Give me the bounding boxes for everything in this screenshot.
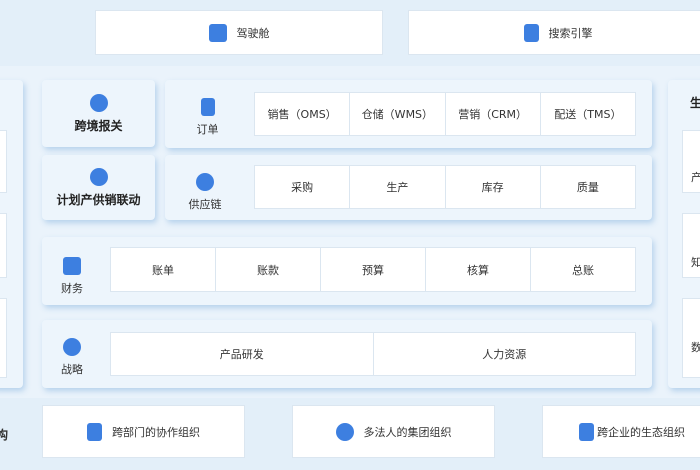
right-title: 生 xyxy=(690,96,700,110)
right-box-label: 知 xyxy=(691,256,700,269)
search-engine-label: 搜索引擎 xyxy=(548,26,593,40)
dashboard-icon xyxy=(208,23,227,42)
supply-label: 供应链 xyxy=(188,197,222,211)
finance-item[interactable]: 核算 xyxy=(426,248,531,291)
order-cells: 销售（OMS） 仓储（WMS） 营销（CRM） 配送（TMS） xyxy=(254,92,636,136)
order-item[interactable]: 销售（OMS） xyxy=(255,93,351,135)
strategy-item[interactable]: 产品研发 xyxy=(111,333,374,375)
strategy-cells: 产品研发 人力资源 xyxy=(110,332,636,376)
network-icon xyxy=(196,172,214,191)
right-box[interactable]: 数 xyxy=(682,298,700,378)
order-item[interactable]: 仓储（WMS） xyxy=(350,93,446,135)
finance-item[interactable]: 总账 xyxy=(531,248,635,291)
org-label: 多法人的集团组织 xyxy=(363,425,452,439)
finance-cells: 账单 账款 预算 核算 总账 xyxy=(110,247,636,292)
finance-item[interactable]: 账单 xyxy=(111,248,216,291)
org-ecosystem[interactable]: 跨企业的生态组织 xyxy=(542,405,700,458)
org-multi-entity[interactable]: 多法人的集团组织 xyxy=(292,405,495,458)
left-box xyxy=(0,130,7,193)
order-item[interactable]: 配送（TMS） xyxy=(541,93,635,135)
window-icon xyxy=(87,422,102,441)
supply-header: 供应链 xyxy=(180,167,230,217)
right-box[interactable]: 产 xyxy=(682,130,700,193)
cockpit-label: 驾驶舱 xyxy=(236,26,270,40)
strategy-header: 战略 xyxy=(52,335,92,380)
finance-item[interactable]: 预算 xyxy=(321,248,426,291)
supply-cells: 采购 生产 库存 质量 xyxy=(254,165,636,209)
yen-icon xyxy=(63,256,81,275)
right-box[interactable]: 知 xyxy=(682,213,700,278)
org-label: 跨部门的协作组织 xyxy=(112,425,200,439)
search-doc-icon xyxy=(523,23,539,42)
left-box xyxy=(0,213,7,278)
plane-globe-icon xyxy=(89,93,108,112)
org-label: 跨企业的生态组织 xyxy=(597,425,685,439)
users-icon xyxy=(335,422,354,441)
cross-border-card[interactable]: 跨境报关 xyxy=(42,80,155,147)
brain-head-icon xyxy=(63,338,81,356)
cross-border-label: 跨境报关 xyxy=(74,118,123,133)
finance-label: 财务 xyxy=(61,281,83,295)
supply-item[interactable]: 库存 xyxy=(446,166,541,208)
building-icon xyxy=(579,422,594,441)
search-engine-button[interactable]: 搜索引擎 xyxy=(408,10,700,55)
planning-card[interactable]: 计划产供销联动 xyxy=(42,155,155,220)
org-cross-department[interactable]: 跨部门的协作组织 xyxy=(42,405,245,458)
bottom-title: 构 xyxy=(0,428,9,442)
planning-label: 计划产供销联动 xyxy=(56,192,141,207)
cloud-icon xyxy=(89,167,108,186)
order-label: 订单 xyxy=(196,122,219,136)
supply-item[interactable]: 采购 xyxy=(255,166,351,208)
left-box xyxy=(0,298,7,378)
order-item[interactable]: 营销（CRM） xyxy=(446,93,541,135)
right-box-label: 数 xyxy=(691,341,700,354)
supply-item[interactable]: 质量 xyxy=(541,166,635,208)
finance-header: 财务 xyxy=(52,255,92,297)
clipboard-icon xyxy=(200,97,215,116)
strategy-label: 战略 xyxy=(61,363,83,376)
strategy-item[interactable]: 人力资源 xyxy=(374,333,636,375)
order-header: 订单 xyxy=(185,92,230,142)
supply-item[interactable]: 生产 xyxy=(350,166,446,208)
cockpit-button[interactable]: 驾驶舱 xyxy=(95,10,383,55)
finance-item[interactable]: 账款 xyxy=(216,248,321,291)
right-box-label: 产 xyxy=(691,171,700,184)
